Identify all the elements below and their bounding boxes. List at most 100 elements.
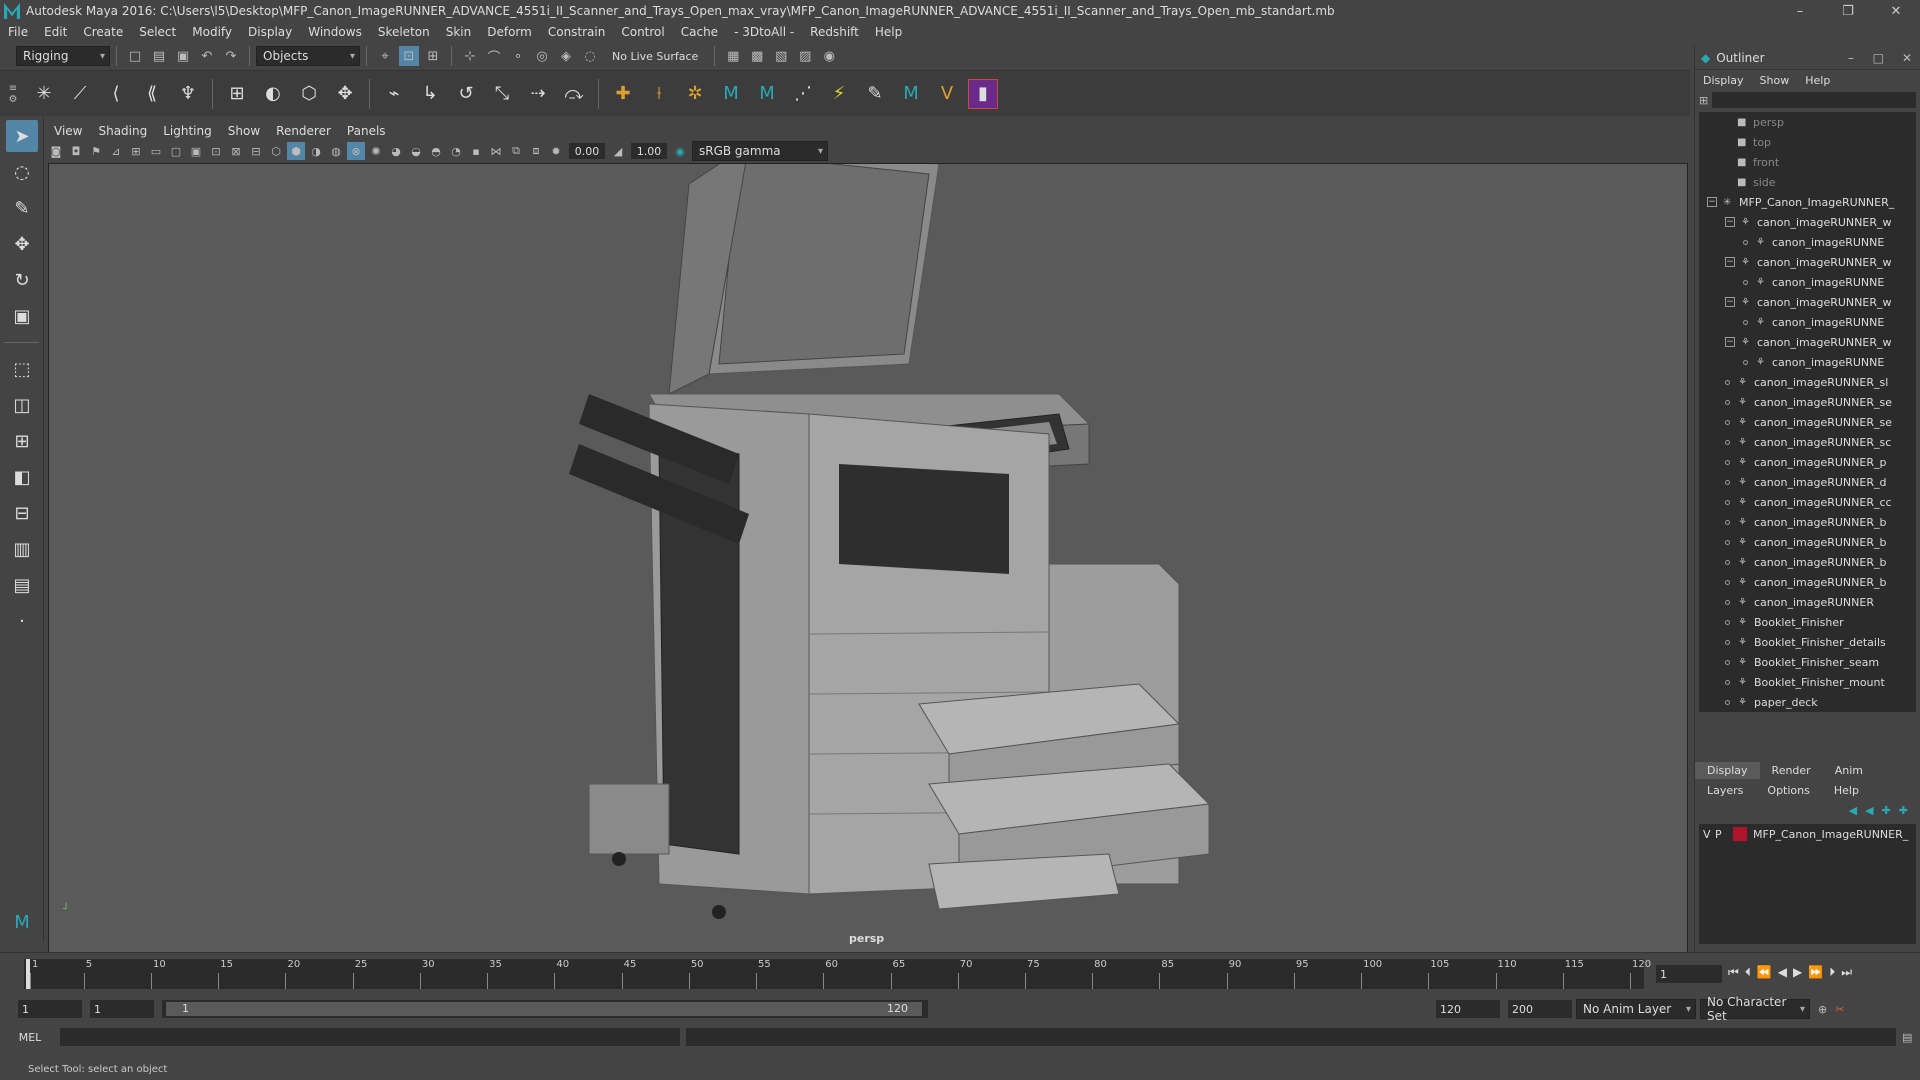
select-tool-icon[interactable]: ➤ [6, 120, 38, 152]
layout-graph-icon[interactable]: ▤ [6, 569, 38, 601]
outliner-item[interactable]: ⚘ canon_imageRUNNER_se [1699, 392, 1916, 412]
mode-dropdown[interactable]: Rigging [16, 46, 110, 66]
menu-item-3[interactable]: Select [131, 25, 184, 39]
snap-grid-icon[interactable]: ⊹ [460, 46, 480, 66]
outliner-item[interactable]: ⚘ canon_imageRUNNER_b [1699, 532, 1916, 552]
orient-constraint-icon[interactable]: ↺ [451, 79, 481, 109]
open-scene-icon[interactable]: ▤ [149, 46, 169, 66]
character-set-dropdown[interactable]: No Character Set [1700, 995, 1810, 1023]
ambient-occlusion-icon[interactable]: ◕ [387, 142, 405, 160]
rotate-tool-icon[interactable]: ↻ [6, 264, 38, 296]
collapse-icon[interactable]: − [1725, 337, 1735, 347]
snap-view-icon[interactable]: ◎ [532, 46, 552, 66]
selection-mode-dropdown[interactable]: Objects [256, 46, 360, 66]
color-space-dropdown[interactable]: sRGB gamma [692, 141, 828, 161]
viewport-menu-item-2[interactable]: Lighting [155, 124, 220, 138]
xray-icon[interactable]: ⊗ [347, 142, 365, 160]
menu-item-15[interactable]: Help [867, 25, 910, 39]
current-time-marker[interactable] [26, 959, 30, 989]
collapse-icon[interactable]: − [1725, 257, 1735, 267]
outliner-item[interactable]: ⚘ Booklet_Finisher_details [1699, 632, 1916, 652]
playback-end-field[interactable]: 120 [1436, 1000, 1500, 1018]
end-time-field[interactable]: 200 [1508, 1000, 1572, 1018]
aim-constraint-icon[interactable]: ↳ [415, 79, 445, 109]
outliner-item[interactable]: ⚘ canon_imageRUNNER_p [1699, 452, 1916, 472]
parent-constraint-icon[interactable]: ⇢ [523, 79, 553, 109]
layer-tab-0[interactable]: Display [1695, 761, 1760, 779]
outliner-maximize-icon[interactable]: □ [1873, 51, 1884, 65]
maya-home-icon[interactable]: M [6, 906, 38, 938]
select-hierarchy-icon[interactable]: ⌖ [375, 46, 395, 66]
paint-select-icon[interactable]: ✎ [6, 192, 38, 224]
film-gate-icon[interactable]: ▭ [147, 142, 165, 160]
layer-menu-item-1[interactable]: Options [1755, 782, 1821, 799]
playback-start-field[interactable]: 1 [90, 1000, 154, 1018]
snap-surface-icon[interactable]: ◈ [556, 46, 576, 66]
menu-item-7[interactable]: Skeleton [370, 25, 438, 39]
menu-item-0[interactable]: File [0, 25, 36, 39]
menu-item-10[interactable]: Constrain [540, 25, 614, 39]
render-frame-icon[interactable]: ▩ [747, 46, 767, 66]
gamma-field[interactable]: 1.00 [631, 143, 667, 159]
menu-item-9[interactable]: Deform [479, 25, 540, 39]
joint-orient-icon[interactable]: ⟊ [644, 79, 674, 109]
viewport-menu-item-0[interactable]: View [46, 124, 90, 138]
insert-joint-icon[interactable]: ⟪ [137, 79, 167, 109]
perspective-viewport[interactable]: ┘ persp [48, 163, 1688, 953]
outliner-minimize-icon[interactable]: – [1848, 51, 1854, 65]
script-language-label[interactable]: MEL [0, 1031, 60, 1044]
field-chart-icon[interactable]: ⊡ [207, 142, 225, 160]
live-surface-label[interactable]: No Live Surface [612, 50, 698, 63]
layer-down-icon[interactable]: ◀ [1865, 804, 1873, 817]
outliner-item[interactable]: ⚘ canon_imageRUNNER_b [1699, 572, 1916, 592]
maya-shelf-icon-3[interactable]: M [896, 79, 926, 109]
camera-select-icon[interactable]: ◙ [47, 142, 65, 160]
select-object-icon[interactable]: ⊡ [399, 46, 419, 66]
camera-attr-icon[interactable]: ◘ [67, 142, 85, 160]
outliner-item[interactable]: ⚘ Booklet_Finisher_seam [1699, 652, 1916, 672]
collapse-icon[interactable]: − [1707, 197, 1717, 207]
gate-mask-icon[interactable]: ▣ [187, 142, 205, 160]
ik-handle-icon[interactable]: ⟋ [65, 79, 95, 109]
joint-tool-icon[interactable]: ✳ [29, 79, 59, 109]
outliner-item[interactable]: ⚘ canon_imageRUNNER_b [1699, 512, 1916, 532]
exposure-icon[interactable]: ✹ [547, 142, 565, 160]
menu-item-2[interactable]: Create [75, 25, 131, 39]
scale-constraint-icon[interactable]: ⤡ [487, 79, 517, 109]
menu-item-5[interactable]: Display [240, 25, 300, 39]
xray-active-icon[interactable]: ⧉ [507, 142, 525, 160]
outliner-item[interactable]: ■ top [1699, 132, 1916, 152]
outliner-search-input[interactable] [1712, 92, 1916, 108]
smooth-shade-icon[interactable]: ⬢ [287, 142, 305, 160]
outliner-item[interactable]: − ⚘ canon_imageRUNNER_w [1699, 252, 1916, 272]
time-slider[interactable]: 1 5 10 15 20 25 30 35 40 45 50 55 60 65 70 75 80 85 90 95 10… [0, 952, 1920, 996]
layout-four-icon[interactable]: ⊞ [6, 425, 38, 457]
play-forward-icon[interactable]: ▶ [1793, 965, 1802, 980]
paint-tool-icon[interactable]: ✎ [860, 79, 890, 109]
redo-icon[interactable]: ↷ [221, 46, 241, 66]
outliner-item[interactable]: ■ front [1699, 152, 1916, 172]
collapse-icon[interactable]: − [1725, 297, 1735, 307]
new-layer-selected-icon[interactable]: ✚ [1899, 804, 1908, 817]
viewport-menu-item-5[interactable]: Panels [339, 124, 394, 138]
outliner-menu-item-1[interactable]: Show [1752, 74, 1798, 87]
hypershade-icon[interactable]: ◉ [819, 46, 839, 66]
auto-key-icon[interactable]: ⊕ [1818, 1003, 1827, 1016]
lasso-tool-icon[interactable]: ◌ [6, 156, 38, 188]
restore-icon[interactable]: ❐ [1828, 0, 1868, 22]
outliner-close-icon[interactable]: ✕ [1902, 51, 1912, 65]
motion-blur-icon[interactable]: ◒ [407, 142, 425, 160]
layer-tab-2[interactable]: Anim [1823, 762, 1875, 779]
show-manipulator-icon[interactable]: ⬚ [6, 353, 38, 385]
layer-up-icon[interactable]: ◀ [1849, 804, 1857, 817]
textured-icon[interactable]: ◍ [327, 142, 345, 160]
step-back-frame-icon[interactable]: ⏪ [1757, 965, 1772, 980]
maya-shelf-icon-2[interactable]: M [752, 79, 782, 109]
collapse-icon[interactable]: − [1725, 217, 1735, 227]
time-slider-track[interactable]: 1 5 10 15 20 25 30 35 40 45 50 55 60 65 70 75 80 85 90 95 10… [24, 959, 1651, 989]
layer-row[interactable]: V P MFP_Canon_ImageRUNNER_ [1699, 824, 1916, 844]
backface-icon[interactable]: ⧈ [527, 142, 545, 160]
xray-joints-icon[interactable]: ⋈ [487, 142, 505, 160]
hik-skeleton-icon[interactable]: ♆ [173, 79, 203, 109]
outliner-item[interactable]: ⚘ canon_imageRUNNER_b [1699, 552, 1916, 572]
